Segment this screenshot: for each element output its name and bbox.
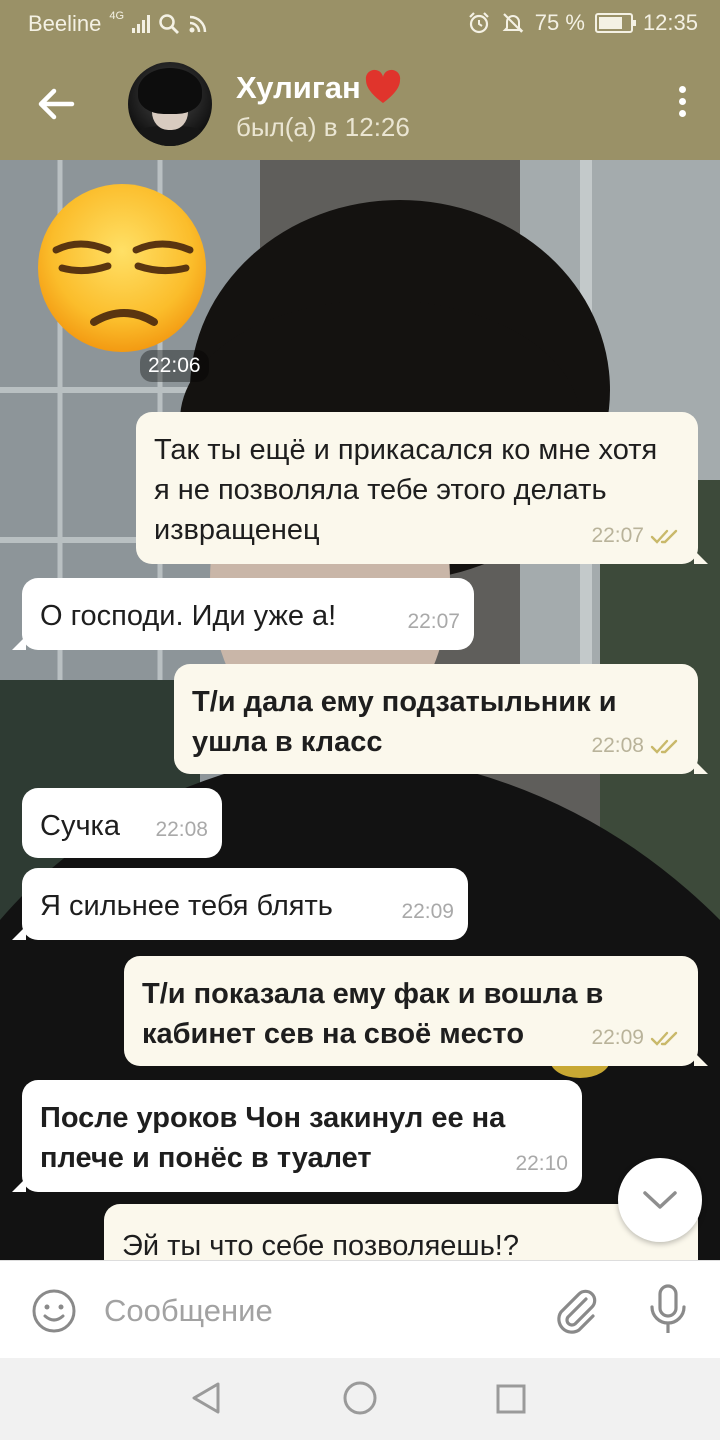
scroll-down-button[interactable] [618,1158,702,1242]
message-input[interactable] [104,1287,524,1335]
chevron-down-icon [643,1191,677,1209]
back-arrow-icon[interactable] [32,80,80,128]
alarm-icon [469,12,489,34]
message-outgoing[interactable]: Так ты ещё и прикасался ко мне хотя я не… [136,412,708,564]
message-time: 22:09 [401,900,454,923]
sticker-time: 22:06 [140,350,209,382]
last-seen: был(а) в 12:26 [236,112,410,142]
message-meta: 22:10 [515,1144,568,1184]
message-composer [0,1260,720,1358]
message-meta: 22:07 [591,516,684,556]
network-type: 4G [109,10,125,22]
unamused-face-sticker[interactable] [34,180,210,356]
microphone-icon[interactable] [644,1283,692,1337]
chat-title-row[interactable]: Хулиган [236,68,403,108]
message-text: После уроков Чон закинул ее на плече и п… [40,1102,506,1174]
message-outgoing[interactable]: Т/и дала ему подзатыльник и ушла в класс… [174,664,708,774]
signal-icon [132,15,151,33]
message-time: 22:09 [591,1026,644,1049]
message-incoming[interactable]: Сучка 22:08 [22,788,222,858]
message-incoming[interactable]: Я сильнее тебя блять 22:09 [12,868,468,940]
battery-icon [594,13,636,33]
message-text: Я сильнее тебя блять [40,890,333,922]
message-outgoing[interactable]: Т/и показала ему фак и вошла в кабинет с… [124,956,708,1066]
search-icon [159,14,180,34]
message-meta: 22:08 [591,726,684,766]
message-meta: 22:07 [407,602,460,642]
clock: 12:35 [642,10,698,35]
status-bar: Beeline 4G 75 % 12:35 [0,0,720,48]
nav-home-icon[interactable] [340,1378,380,1418]
cast-icon [189,15,207,33]
message-text: Эй ты что себе позволяешь!? [122,1230,519,1260]
more-options-icon[interactable] [676,86,688,122]
heart-icon [365,69,400,103]
read-checkmarks-icon [650,529,678,544]
mute-icon [502,13,524,33]
system-nav-bar [0,1358,720,1440]
chat-title: Хулиган [236,70,361,105]
chat-header: Хулиган был(а) в 12:26 [0,48,720,160]
message-time: 22:08 [591,734,644,757]
message-meta: 22:09 [591,1018,684,1058]
emoji-icon[interactable] [30,1287,78,1335]
paperclip-icon[interactable] [552,1285,600,1335]
message-meta: 22:08 [155,810,208,850]
read-checkmarks-icon [650,1031,678,1046]
read-checkmarks-icon [650,739,678,754]
battery-percent: 75 % [534,10,585,35]
message-incoming[interactable]: О господи. Иди уже а! 22:07 [12,578,474,650]
message-time: 22:07 [407,610,460,633]
message-text: О господи. Иди уже а! [40,600,337,632]
chat-area[interactable]: 22:06 Так ты ещё и прикасался ко мне хот… [0,160,720,1260]
status-right: 75 % 12:35 [467,10,698,36]
message-meta: 22:09 [401,892,454,932]
nav-back-icon[interactable] [188,1380,224,1416]
message-time: 22:08 [155,818,208,841]
carrier-name: Beeline [28,11,102,36]
message-outgoing[interactable]: Эй ты что себе позволяешь!? [104,1204,698,1260]
nav-recents-icon[interactable] [494,1382,528,1416]
message-time: 22:07 [591,524,644,547]
message-incoming[interactable]: После уроков Чон закинул ее на плече и п… [12,1080,582,1192]
avatar[interactable] [128,62,212,146]
status-left: Beeline 4G [28,10,208,37]
message-time: 22:10 [515,1152,568,1175]
